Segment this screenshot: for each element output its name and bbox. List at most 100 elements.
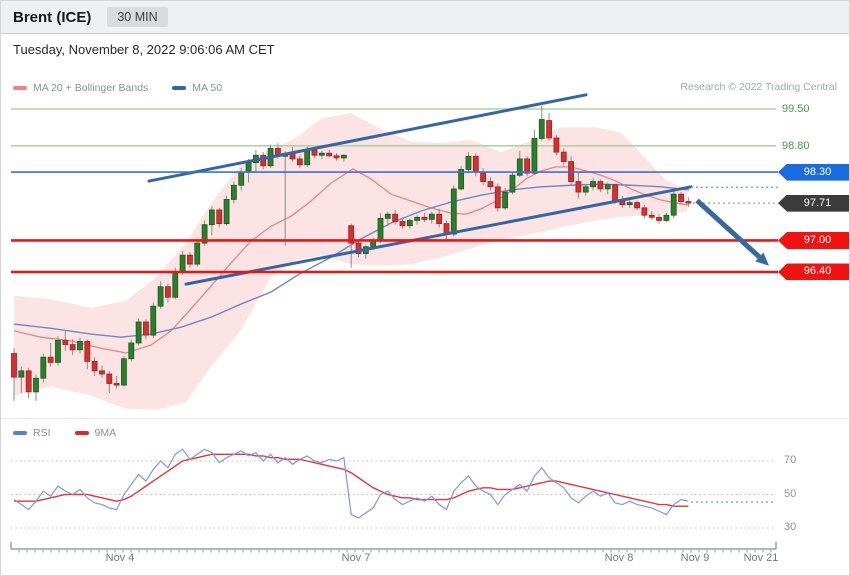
candle-up bbox=[33, 377, 39, 393]
rsi-level-label: 30 bbox=[784, 521, 797, 533]
candle-down bbox=[575, 181, 582, 193]
rsi-legend: RSI 9MA bbox=[13, 427, 134, 439]
candle-up bbox=[604, 184, 611, 190]
legend-label-9ma: 9MA bbox=[94, 427, 117, 439]
legend-item-9ma: 9MA bbox=[74, 427, 117, 439]
legend-label-rsi: RSI bbox=[33, 427, 51, 439]
x-axis-label: Nov 8 bbox=[604, 552, 634, 564]
candle-down bbox=[91, 360, 98, 372]
candle-up bbox=[590, 181, 596, 188]
candle-down bbox=[648, 214, 655, 218]
candle-down bbox=[216, 209, 223, 225]
candle-down bbox=[25, 370, 32, 393]
candle-down bbox=[494, 186, 501, 209]
rsi-swatch-icon bbox=[13, 431, 27, 435]
candle-up bbox=[531, 138, 538, 174]
candle-down bbox=[106, 373, 113, 384]
candle-up bbox=[509, 174, 516, 193]
price-level-label: 99.50 bbox=[782, 103, 810, 115]
candle-down bbox=[421, 216, 428, 220]
candle-up bbox=[40, 356, 47, 379]
rsi-9ma-swatch-icon bbox=[74, 431, 89, 435]
candle-up bbox=[318, 152, 325, 156]
candle-down bbox=[62, 339, 69, 345]
candle-down bbox=[296, 158, 303, 166]
candle-down bbox=[436, 213, 443, 225]
candle-down bbox=[187, 254, 193, 265]
price-tag: 97.00 bbox=[778, 231, 849, 249]
candle-up bbox=[223, 199, 230, 225]
candle-up bbox=[414, 216, 421, 221]
candle-up bbox=[465, 155, 472, 170]
legend-item-rsi: RSI bbox=[13, 427, 51, 439]
x-axis-label: Nov 7 bbox=[341, 552, 371, 564]
candle-down bbox=[69, 344, 76, 351]
price-tag: 97.71 bbox=[778, 194, 849, 212]
panel-divider bbox=[1, 418, 849, 419]
forecast-arrow-shaft bbox=[695, 198, 762, 259]
candle-down bbox=[47, 356, 54, 363]
rsi-9ma-line bbox=[14, 453, 689, 507]
candle-up bbox=[670, 193, 677, 216]
candle-up bbox=[128, 342, 135, 360]
candle-up bbox=[304, 149, 311, 166]
x-axis-label: Nov 21 bbox=[743, 552, 779, 564]
candle-down bbox=[487, 181, 494, 188]
candle-up bbox=[626, 202, 633, 206]
candle-up bbox=[663, 214, 670, 221]
candle-up bbox=[172, 271, 179, 298]
chart-widget: Brent (ICE) 30 MIN Tuesday, November 8, … bbox=[0, 0, 850, 576]
candle-down bbox=[472, 155, 479, 173]
candle-up bbox=[230, 184, 237, 200]
main-chart-svg bbox=[10, 93, 778, 553]
candle-up bbox=[245, 162, 252, 173]
candle-up bbox=[384, 213, 391, 219]
price-tag: 98.30 bbox=[778, 163, 849, 181]
candle-down bbox=[99, 370, 105, 375]
candle-down bbox=[546, 120, 552, 139]
candle-down bbox=[165, 286, 171, 298]
candle-down bbox=[560, 151, 567, 162]
candle-up bbox=[340, 154, 347, 159]
price-level-label: 98.80 bbox=[782, 139, 810, 152]
candle-down bbox=[678, 193, 684, 202]
candle-down bbox=[641, 207, 648, 216]
candle-up bbox=[406, 220, 413, 227]
rsi-level-label: 50 bbox=[784, 487, 797, 500]
rsi-level-label: 70 bbox=[784, 454, 797, 466]
candle-down bbox=[326, 152, 333, 157]
candle-up bbox=[77, 341, 83, 351]
candle-down bbox=[553, 137, 560, 153]
candle-up bbox=[209, 209, 215, 226]
candle-down bbox=[333, 155, 340, 159]
candle-up bbox=[238, 171, 245, 186]
candle-down bbox=[524, 158, 530, 174]
candle-up bbox=[135, 321, 142, 344]
candle-up bbox=[18, 370, 25, 378]
price-tag: 96.40 bbox=[778, 263, 849, 281]
candle-down bbox=[399, 221, 406, 227]
candle-up bbox=[502, 191, 509, 209]
x-axis-label: Nov 4 bbox=[105, 552, 135, 564]
candle-down bbox=[480, 171, 487, 182]
candle-up bbox=[538, 119, 545, 139]
candle-up bbox=[428, 213, 435, 220]
candle-up bbox=[377, 217, 384, 241]
candle-down bbox=[143, 321, 149, 336]
candle-down bbox=[634, 202, 640, 209]
candle-down bbox=[84, 341, 91, 362]
candle-up bbox=[55, 339, 61, 363]
candle-up bbox=[121, 358, 127, 386]
x-axis-label: Nov 9 bbox=[680, 552, 710, 564]
candle-up bbox=[179, 254, 186, 273]
candle-down bbox=[392, 213, 399, 222]
rsi-line bbox=[13, 448, 689, 519]
candle-down bbox=[113, 383, 120, 386]
candle-up bbox=[150, 305, 157, 336]
candle-down bbox=[597, 181, 604, 190]
candle-down bbox=[11, 353, 17, 378]
candle-up bbox=[194, 242, 201, 265]
candle-up bbox=[157, 286, 164, 307]
bollinger-band bbox=[14, 113, 687, 410]
candle-down bbox=[612, 184, 618, 202]
